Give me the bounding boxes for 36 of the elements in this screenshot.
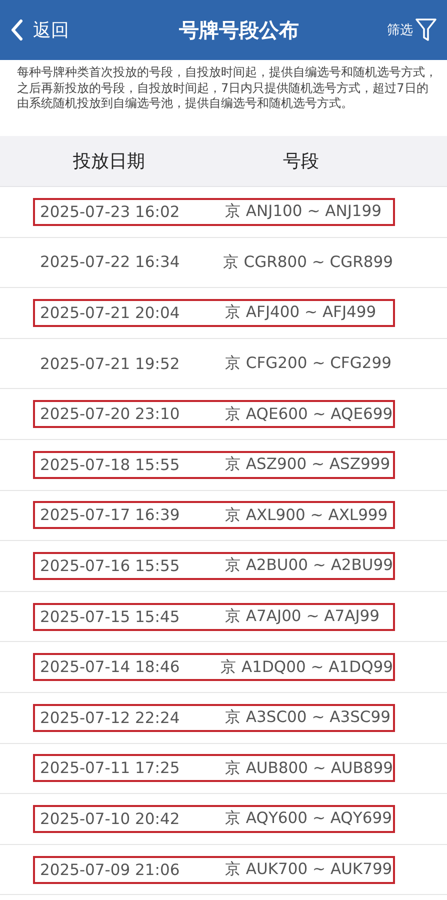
range-cell: 京 CFG200 ~ CFG299 bbox=[225, 353, 392, 374]
date-cell-text: 2025-07-09 21:06 bbox=[40, 860, 181, 879]
date-cell-text: 2025-07-15 15:45 bbox=[40, 608, 181, 626]
range-cell: 京 AUK700 ~ AUK799 bbox=[225, 859, 392, 880]
date-cell-text: 2025-07-18 15:55 bbox=[40, 456, 181, 474]
date-cell-text: 2025-07-12 22:24 bbox=[40, 708, 181, 727]
date-cell-text: 2025-07-10 20:42 bbox=[40, 810, 181, 828]
range-cell: 京 CGR800 ~ CGR899 bbox=[222, 252, 393, 273]
range-cell: 京 ASZ900 ~ ASZ999 bbox=[225, 454, 390, 476]
range-cell: 京 A3SC00 ~ A3SC99 bbox=[225, 707, 390, 728]
back-button[interactable]: 返回 bbox=[10, 18, 69, 42]
range-cell: 京 AQY600 ~ AQY699 bbox=[225, 808, 392, 830]
column-header: 号段 bbox=[283, 150, 319, 173]
date-cell-text: 2025-07-22 16:34 bbox=[40, 253, 181, 272]
back-icon bbox=[10, 19, 24, 41]
range-cell: 京 AFJ400 ~ AFJ499 bbox=[225, 302, 376, 324]
date-cell-text: 2025-07-14 18:46 bbox=[40, 658, 181, 676]
date-cell-text: 2025-07-23 16:02 bbox=[40, 202, 181, 221]
date-cell-text: 2025-07-21 19:52 bbox=[40, 354, 181, 373]
range-cell: 京 ANJ100 ~ ANJ199 bbox=[225, 201, 382, 222]
range-cell: 京 A2BU00 ~ A2BU99 bbox=[224, 555, 393, 576]
date-cell-text: 2025-07-17 16:39 bbox=[40, 506, 181, 524]
date-cell-text: 2025-07-11 17:25 bbox=[40, 759, 181, 778]
range-cell: 京 AUB800 ~ AUB899 bbox=[224, 758, 393, 779]
range-cell: 京 AXL900 ~ AXL999 bbox=[225, 504, 388, 526]
date-cell-text: 2025-07-16 15:55 bbox=[40, 556, 181, 575]
range-cell: 京 A1DQ00 ~ A1DQ99 bbox=[220, 656, 393, 678]
date-cell-text: 2025-07-21 20:04 bbox=[40, 304, 181, 322]
notice-text: 每种号牌种类首次投放的号段，自投放时间起，提供自编选号和随机选号方式，之后再新投放的号段，自投放时间起，7日内只提供随机选号方式，超过7日的由系统随机投放到自编选号池，提供自编选号和随机选号方式。 bbox=[16, 64, 438, 112]
column-header: 投放日期 bbox=[73, 150, 146, 173]
filter-button[interactable]: 筛选 bbox=[387, 18, 437, 42]
date-cell-text: 2025-07-20 23:10 bbox=[40, 405, 181, 424]
range-cell: 京 A7AJ00 ~ A7AJ99 bbox=[225, 606, 380, 628]
filter-icon bbox=[415, 18, 437, 42]
page-title: 号牌号段公布 bbox=[179, 16, 299, 44]
range-cell: 京 AQE600 ~ AQE699 bbox=[225, 404, 393, 425]
